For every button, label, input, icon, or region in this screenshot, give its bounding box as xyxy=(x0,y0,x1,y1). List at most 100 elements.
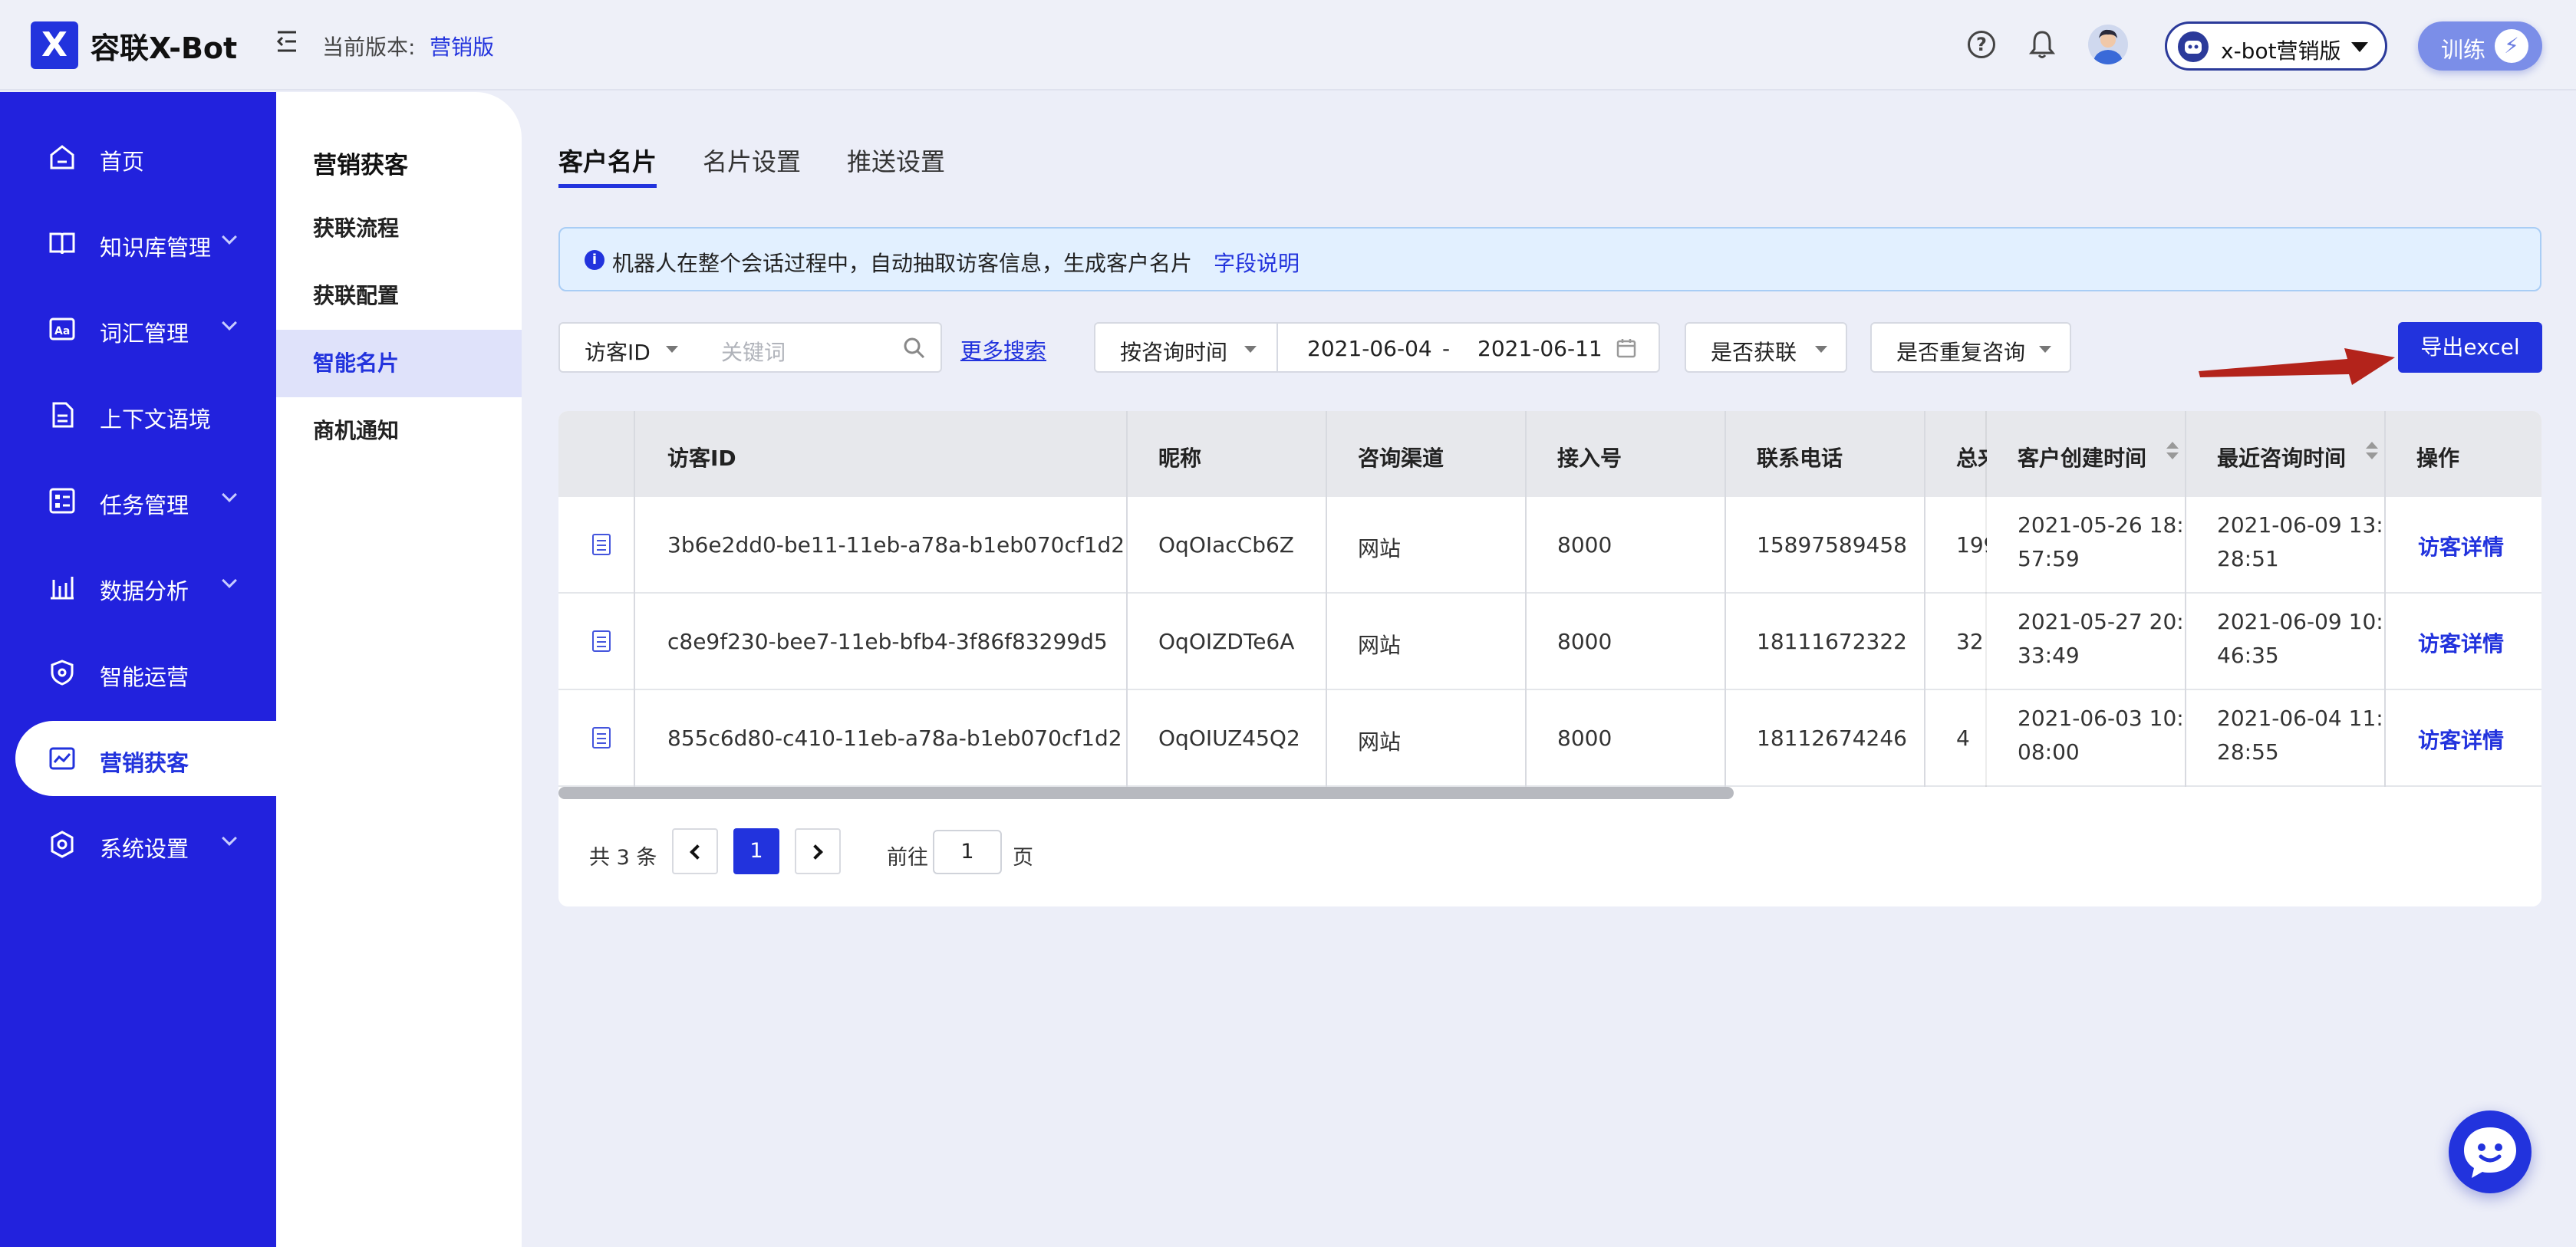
subnav-item-flow[interactable]: 获联流程 xyxy=(276,195,522,262)
time-type-select[interactable]: 按咨询时间 xyxy=(1094,322,1278,373)
sort-asc-icon[interactable] xyxy=(2366,442,2378,449)
pagination-total: 共 3 条 xyxy=(589,846,657,870)
cell-recent-time: 46:35 xyxy=(2217,643,2279,668)
vocabulary-icon: Aa xyxy=(49,318,75,341)
date-range-picker[interactable]: 2021-06-04 - 2021-06-11 xyxy=(1276,322,1660,373)
fixed-columns: 客户创建时间 最近咨询时间 操作 2021-05-26 18: 57:59 20… xyxy=(1987,411,2541,787)
collapse-menu-icon[interactable] xyxy=(276,29,298,54)
cell-created-time: 57:59 xyxy=(2018,546,2080,571)
bot-version-select[interactable]: x-bot营销版 xyxy=(2165,21,2387,71)
sidebar-item-label: 智能运营 xyxy=(100,664,189,690)
cell-channel: 网站 xyxy=(1358,633,1402,658)
app-name: 容联X-Bot xyxy=(91,31,238,65)
sidebar-item-label: 任务管理 xyxy=(100,492,189,518)
page-number-current[interactable]: 1 xyxy=(733,828,779,874)
fixed-row: 2021-05-27 20: 33:49 2021-06-09 10: 46:3… xyxy=(1987,594,2541,690)
acquired-select[interactable]: 是否获联 xyxy=(1685,322,1847,373)
fixed-row: 2021-05-26 18: 57:59 2021-06-09 13: 28:5… xyxy=(1987,497,2541,594)
sidebar-item-label: 上下文语境 xyxy=(100,406,212,433)
visitor-detail-link[interactable]: 访客详情 xyxy=(2418,531,2504,561)
date-separator: - xyxy=(1442,336,1451,361)
sidebar-item-context[interactable]: 上下文语境 xyxy=(15,377,276,452)
cell-visitor-id: 855c6d80-c410-11eb-a78a-b1eb070cf1d2 xyxy=(667,725,1122,751)
sort-desc-icon[interactable] xyxy=(2366,452,2378,459)
goto-page-input[interactable]: 1 xyxy=(933,830,1002,874)
document-icon[interactable] xyxy=(592,727,611,749)
tab-customer-card[interactable]: 客户名片 xyxy=(558,143,657,178)
more-search-link[interactable]: 更多搜索 xyxy=(960,334,1046,365)
field-description-link[interactable]: 字段说明 xyxy=(1214,247,1300,278)
active-tab-indicator xyxy=(558,184,657,188)
time-type-value: 按咨询时间 xyxy=(1120,340,1228,365)
search-icon[interactable] xyxy=(902,336,927,360)
document-icon[interactable] xyxy=(592,534,611,555)
chevron-down-icon xyxy=(666,346,678,353)
train-button[interactable]: 训练 ⚡ xyxy=(2418,21,2542,71)
sidebar-item-home[interactable]: 首页 xyxy=(15,120,276,195)
export-excel-button[interactable]: 导出excel xyxy=(2398,322,2542,373)
column-divider xyxy=(2185,411,2186,787)
home-icon xyxy=(50,145,74,169)
cell-visitor-id: 3b6e2dd0-be11-11eb-a78a-b1eb070cf1d2 xyxy=(667,532,1125,558)
settings-icon xyxy=(51,831,74,858)
info-icon: i xyxy=(585,250,604,270)
col-created-time: 客户创建时间 xyxy=(2018,446,2147,471)
cell-total: 4 xyxy=(1956,725,1970,751)
subnav-item-opportunity[interactable]: 商机通知 xyxy=(276,397,522,465)
cell-recent-date: 2021-06-09 13: xyxy=(2217,512,2383,538)
col-recent-time: 最近咨询时间 xyxy=(2217,446,2347,471)
bot-version-value: x-bot营销版 xyxy=(2221,38,2341,64)
sidebar-item-label: 数据分析 xyxy=(100,578,189,604)
sidebar-item-operations[interactable]: 智能运营 xyxy=(15,635,276,710)
sort-asc-icon[interactable] xyxy=(2166,442,2179,449)
id-type-value: 访客ID xyxy=(585,340,651,365)
date-end[interactable]: 2021-06-11 xyxy=(1477,336,1603,361)
id-type-select[interactable]: 访客ID xyxy=(558,322,700,373)
tab-push-settings[interactable]: 推送设置 xyxy=(847,143,945,178)
info-text: 机器人在整个会话过程中，自动抽取访客信息，生成客户名片 xyxy=(612,251,1193,276)
col-nickname: 昵称 xyxy=(1158,446,1202,471)
sidebar-item-marketing[interactable]: 营销获客 xyxy=(15,721,276,796)
task-icon xyxy=(49,488,75,514)
lightning-icon: ⚡ xyxy=(2495,29,2528,63)
sidebar-item-tasks[interactable]: 任务管理 xyxy=(15,463,276,538)
bell-icon[interactable] xyxy=(2029,29,2055,60)
red-arrow-annotation xyxy=(2199,348,2395,385)
visitor-detail-link[interactable]: 访客详情 xyxy=(2418,627,2504,658)
cell-created-date: 2021-05-26 18: xyxy=(2018,512,2184,538)
sub-navigation: 营销获客 获联流程 获联配置 智能名片 商机通知 xyxy=(276,92,522,1247)
keyword-input[interactable]: 关键词 xyxy=(698,322,942,373)
date-start[interactable]: 2021-06-04 xyxy=(1307,336,1432,361)
sidebar-item-vocabulary[interactable]: Aa 词汇管理 xyxy=(15,291,276,367)
next-page-button[interactable] xyxy=(795,828,841,874)
prev-page-button[interactable] xyxy=(672,828,718,874)
tab-card-settings[interactable]: 名片设置 xyxy=(703,143,801,178)
sidebar-item-label: 系统设置 xyxy=(100,836,189,862)
sidebar-item-analytics[interactable]: 数据分析 xyxy=(15,549,276,624)
shield-icon xyxy=(51,660,74,686)
chevron-down-icon xyxy=(1815,346,1827,353)
chevron-down-icon xyxy=(222,487,237,502)
chevron-down-icon xyxy=(222,573,237,588)
sort-desc-icon[interactable] xyxy=(2166,452,2179,459)
sidebar-item-knowledge[interactable]: 知识库管理 xyxy=(15,206,276,281)
cell-phone: 15897589458 xyxy=(1757,532,1907,558)
document-icon[interactable] xyxy=(592,630,611,652)
version-value: 营销版 xyxy=(430,35,495,60)
repeat-consult-select[interactable]: 是否重复咨询 xyxy=(1870,322,2071,373)
subnav-item-smart-card[interactable]: 智能名片 xyxy=(276,330,522,397)
chat-support-button[interactable] xyxy=(2449,1110,2532,1193)
cell-nickname: OqOIacCb6Z xyxy=(1158,532,1294,558)
chevron-down-icon xyxy=(222,831,237,846)
horizontal-scrollbar[interactable] xyxy=(558,787,1734,799)
help-icon[interactable]: ? xyxy=(1968,31,1995,58)
cell-nickname: OqOIZDTe6A xyxy=(1158,629,1295,654)
user-avatar[interactable] xyxy=(2088,25,2128,64)
column-divider xyxy=(634,411,635,787)
cell-phone: 18111672322 xyxy=(1757,629,1907,654)
cell-recent-time: 28:51 xyxy=(2217,546,2279,571)
subnav-item-config[interactable]: 获联配置 xyxy=(276,262,522,330)
visitor-detail-link[interactable]: 访客详情 xyxy=(2418,724,2504,755)
app-logo: X xyxy=(31,21,78,69)
sidebar-item-settings[interactable]: 系统设置 xyxy=(15,807,276,882)
